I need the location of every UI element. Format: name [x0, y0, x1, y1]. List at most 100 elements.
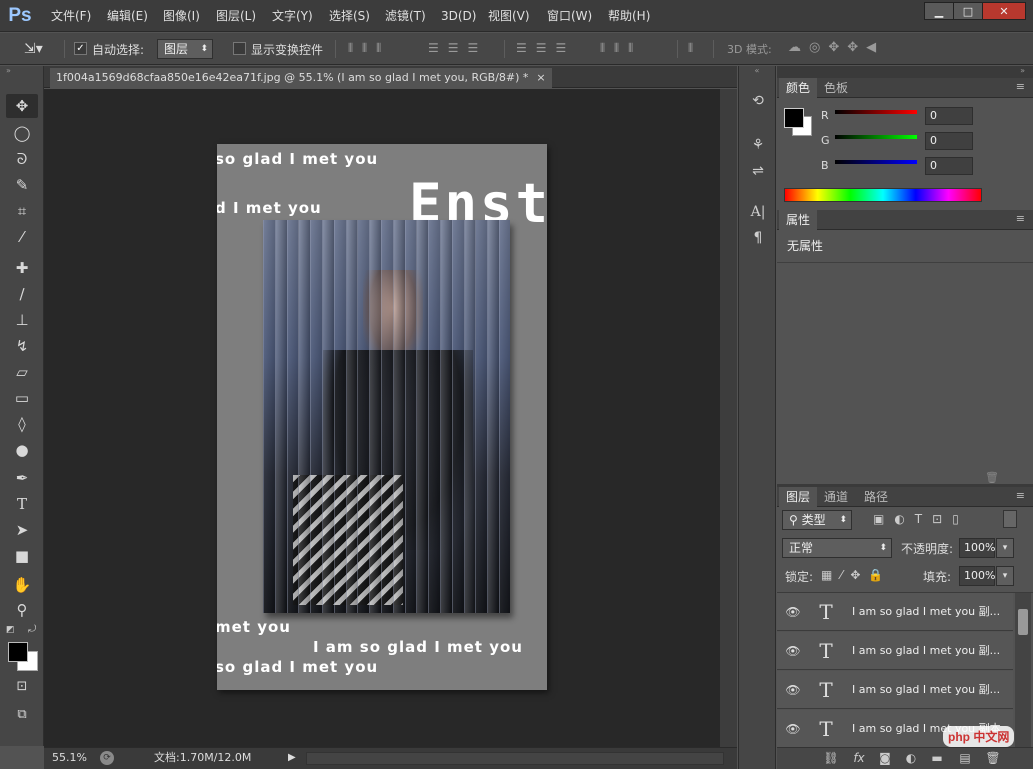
- menu-select[interactable]: 选择(S): [329, 0, 370, 32]
- align-icons[interactable]: ⫴⫴⫴: [348, 41, 390, 56]
- rectangle-tool-icon[interactable]: ■: [6, 544, 38, 568]
- document-tab[interactable]: 1f004a1569d68cfaa850e16e42ea71f.jpg @ 55…: [50, 68, 552, 88]
- opacity-value[interactable]: 100%: [959, 538, 995, 558]
- history-panel-icon[interactable]: ⟲: [747, 90, 769, 112]
- distribute-horizontal-icons[interactable]: ⫴⫴⫴: [600, 41, 642, 56]
- layer-row[interactable]: 👁 T I am so glad I met you 副...: [777, 671, 1013, 709]
- b-value[interactable]: 0: [925, 157, 973, 175]
- quick-mask-icon[interactable]: ⊡: [6, 674, 38, 698]
- minimize-button[interactable]: ▁: [924, 2, 954, 20]
- hand-tool-icon[interactable]: ✋: [6, 573, 38, 597]
- type-tool-icon[interactable]: T: [6, 492, 38, 516]
- status-menu-arrow-icon[interactable]: ▶: [288, 748, 296, 768]
- marquee-tool-icon[interactable]: ◯: [6, 121, 38, 145]
- status-info-icon[interactable]: ⟳: [100, 751, 114, 765]
- auto-select-checkbox[interactable]: ✓: [74, 42, 87, 55]
- screen-mode-icon[interactable]: ⧉: [6, 702, 38, 726]
- move-tool-icon[interactable]: ✥: [6, 94, 38, 118]
- color-foreground-swatch[interactable]: [784, 108, 804, 128]
- foreground-color-swatch[interactable]: [8, 642, 28, 662]
- character-panel-icon[interactable]: A|: [747, 201, 769, 223]
- eyedropper-tool-icon[interactable]: ⁄: [6, 225, 38, 249]
- layer-filter-icons[interactable]: ▣◐T⊡▯: [873, 512, 969, 526]
- color-spectrum[interactable]: [784, 188, 982, 202]
- dodge-tool-icon[interactable]: ●: [6, 438, 38, 462]
- zoom-level[interactable]: 55.1%: [52, 748, 87, 768]
- dock-collapse-icon[interactable]: »: [777, 66, 1033, 78]
- r-value[interactable]: 0: [925, 107, 973, 125]
- new-layer-icon[interactable]: ▤: [955, 748, 975, 768]
- eye-icon[interactable]: 👁: [785, 643, 801, 659]
- menu-file[interactable]: 文件(F): [51, 0, 91, 32]
- r-slider[interactable]: [835, 110, 917, 114]
- blur-tool-icon[interactable]: ◊: [6, 412, 38, 436]
- menu-layer[interactable]: 图层(L): [216, 0, 256, 32]
- layer-row[interactable]: 👁 T I am so glad I met you 副...: [777, 632, 1013, 670]
- gradient-tool-icon[interactable]: ▭: [6, 386, 38, 410]
- add-mask-icon[interactable]: ◙: [875, 748, 895, 768]
- fx-icon[interactable]: fx: [849, 748, 869, 768]
- pen-tool-icon[interactable]: ✒: [6, 466, 38, 490]
- show-transform-checkbox[interactable]: [233, 42, 246, 55]
- panel-menu-icon[interactable]: ≡: [1016, 80, 1025, 93]
- layer-row[interactable]: 👁 T I am so glad I met you 副...: [777, 593, 1013, 631]
- fill-value[interactable]: 100%: [959, 566, 995, 586]
- menu-help[interactable]: 帮助(H): [608, 0, 650, 32]
- align-horizontal-icons[interactable]: ☰☰☰: [428, 41, 487, 55]
- brush-tool-icon[interactable]: ∕: [6, 282, 38, 306]
- tab-channels[interactable]: 通道: [817, 487, 855, 507]
- scrollbar-thumb[interactable]: [1018, 609, 1028, 635]
- tab-layers[interactable]: 图层: [779, 487, 818, 507]
- eraser-tool-icon[interactable]: ▱: [6, 360, 38, 384]
- filter-toggle[interactable]: [1003, 510, 1017, 528]
- vertical-scrollbar[interactable]: [720, 89, 737, 747]
- g-value[interactable]: 0: [925, 132, 973, 150]
- link-layers-icon[interactable]: ⛓: [821, 748, 841, 768]
- restore-button[interactable]: □: [953, 2, 983, 20]
- menu-3d[interactable]: 3D(D): [441, 0, 476, 32]
- menu-view[interactable]: 视图(V): [488, 0, 530, 32]
- quick-select-tool-icon[interactable]: ✎: [6, 173, 38, 197]
- tab-properties[interactable]: 属性: [779, 210, 818, 230]
- tab-paths[interactable]: 路径: [857, 487, 895, 507]
- eye-icon[interactable]: 👁: [785, 682, 801, 698]
- close-tab-icon[interactable]: ×: [536, 68, 545, 88]
- tab-color[interactable]: 颜色: [779, 78, 818, 98]
- document-canvas[interactable]: so glad I met you d I met you Enst met y…: [217, 144, 547, 690]
- blend-mode-dropdown[interactable]: 正常 ⬍: [782, 538, 892, 558]
- crop-tool-icon[interactable]: ⌗: [6, 199, 38, 223]
- eye-icon[interactable]: 👁: [785, 721, 801, 737]
- menu-edit[interactable]: 编辑(E): [107, 0, 148, 32]
- healing-brush-tool-icon[interactable]: ✚: [6, 256, 38, 280]
- layers-scrollbar[interactable]: [1015, 593, 1031, 747]
- menu-type[interactable]: 文字(Y): [272, 0, 313, 32]
- g-slider[interactable]: [835, 135, 917, 139]
- default-colors-icon[interactable]: ◩: [6, 625, 15, 635]
- adjustments-panel-icon[interactable]: ⇌: [747, 160, 769, 182]
- paragraph-panel-icon[interactable]: ¶: [747, 227, 769, 249]
- layer-filter-dropdown[interactable]: ⚲ 类型 ⬍: [782, 510, 852, 530]
- stamp-tool-icon[interactable]: ⊥: [6, 308, 38, 332]
- menu-image[interactable]: 图像(I): [163, 0, 200, 32]
- tab-swatches[interactable]: 色板: [817, 78, 855, 98]
- swap-colors-icon[interactable]: ⤾: [28, 624, 36, 635]
- zoom-tool-icon[interactable]: ⚲: [6, 598, 38, 622]
- menu-window[interactable]: 窗口(W): [547, 0, 592, 32]
- 3d-mode-icons[interactable]: ☁◎✥✥◀: [788, 40, 884, 55]
- move-tool-preset-icon[interactable]: ⇲▾: [24, 41, 43, 57]
- path-select-tool-icon[interactable]: ➤: [6, 518, 38, 542]
- fill-arrow-icon[interactable]: ▾: [996, 566, 1014, 586]
- auto-select-dropdown[interactable]: 图层 ⬍: [157, 39, 213, 59]
- auto-align-icon[interactable]: ⫴: [688, 41, 693, 56]
- eye-icon[interactable]: 👁: [785, 604, 801, 620]
- collapse-arrows-icon[interactable]: »: [6, 66, 11, 75]
- menu-filter[interactable]: 滤镜(T): [385, 0, 426, 32]
- brush-presets-icon[interactable]: ⚘: [747, 134, 769, 156]
- opacity-arrow-icon[interactable]: ▾: [996, 538, 1014, 558]
- history-brush-tool-icon[interactable]: ↯: [6, 334, 38, 358]
- panel-menu-icon[interactable]: ≡: [1016, 212, 1025, 225]
- collapse-strip-icon[interactable]: «: [739, 66, 775, 78]
- panel-menu-icon[interactable]: ≡: [1016, 489, 1025, 502]
- adjustment-layer-icon[interactable]: ◐: [901, 748, 921, 768]
- delete-layer-icon[interactable]: 🗑: [983, 748, 1003, 768]
